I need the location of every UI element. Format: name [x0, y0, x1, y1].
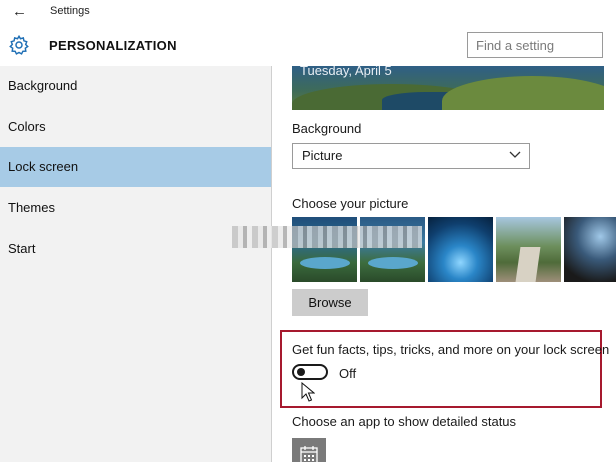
sidebar-item-themes[interactable]: Themes: [0, 188, 271, 228]
picture-thumbnail[interactable]: [496, 217, 561, 282]
picture-thumbnail[interactable]: [428, 217, 493, 282]
calendar-icon: [300, 446, 318, 462]
detailed-status-label: Choose an app to show detailed status: [292, 414, 517, 429]
cursor-icon: [301, 382, 315, 402]
sidebar-item-colors[interactable]: Colors: [0, 107, 271, 147]
sidebar-item-background[interactable]: Background: [0, 66, 271, 106]
page-title: PERSONALIZATION: [49, 38, 177, 53]
back-arrow-icon[interactable]: ←: [12, 3, 27, 20]
fun-facts-label: Get fun facts, tips, tricks, and more on…: [292, 342, 610, 357]
pixelated-overlay: [232, 226, 422, 248]
background-dropdown[interactable]: Picture: [292, 143, 530, 169]
browse-button[interactable]: Browse: [292, 289, 368, 316]
background-dropdown-value: Picture: [302, 148, 343, 163]
preview-hill: [442, 76, 604, 110]
toggle-knob: [297, 368, 305, 376]
chevron-down-icon: [509, 151, 521, 158]
thumbnail-water: [368, 257, 418, 269]
calendar-app-button[interactable]: [292, 438, 326, 462]
fun-facts-toggle[interactable]: [292, 364, 328, 380]
sidebar-item-lock-screen[interactable]: Lock screen: [0, 147, 271, 187]
content-pane: Tuesday, April 5 Background Picture Choo…: [272, 66, 616, 462]
thumbnail-water: [300, 257, 350, 269]
gear-icon: [9, 34, 29, 55]
app-title: Settings: [50, 5, 90, 17]
sidebar: Background Colors Lock screen Themes Sta…: [0, 66, 272, 462]
background-label: Background: [292, 121, 362, 136]
preview-date: Tuesday, April 5: [300, 66, 392, 78]
search-input[interactable]: [467, 32, 603, 58]
title-bar: ← Settings: [0, 0, 616, 24]
toggle-state-label: Off: [339, 366, 357, 381]
thumbnail-boardwalk: [515, 247, 541, 282]
lock-screen-preview: Tuesday, April 5: [292, 66, 604, 110]
sidebar-item-start[interactable]: Start: [0, 229, 271, 269]
page-header: PERSONALIZATION: [0, 24, 616, 66]
picture-thumbnail[interactable]: [564, 217, 616, 282]
choose-picture-label: Choose your picture: [292, 196, 409, 211]
